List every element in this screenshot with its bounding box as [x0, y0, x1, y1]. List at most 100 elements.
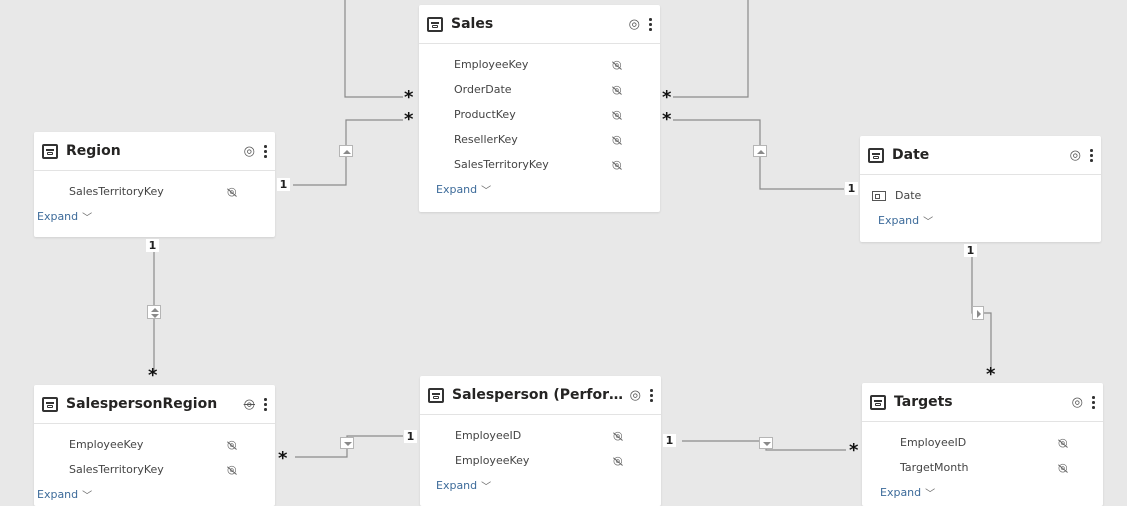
more-options-icon[interactable] [647, 388, 655, 402]
expand-row[interactable]: Expand ﹀ [860, 208, 1101, 233]
model-canvas[interactable]: Sales ◎ EmployeeKey ◎ OrderDate ◎ Produc… [0, 0, 1127, 506]
more-options-icon[interactable] [646, 17, 654, 31]
eye-hidden-icon[interactable]: ◎ [613, 454, 623, 467]
eye-icon[interactable]: ◎ [630, 388, 641, 403]
eye-icon[interactable]: ◎ [1072, 395, 1083, 410]
calendar-icon [872, 190, 886, 201]
cardinality-one-label: 1 [845, 182, 858, 195]
cardinality-many-label: * [986, 364, 996, 385]
eye-hidden-icon[interactable]: ◎ [227, 438, 237, 451]
table-icon [427, 16, 443, 32]
field-name: ProductKey [454, 108, 516, 121]
expand-link[interactable]: Expand ﹀ [880, 485, 935, 500]
relationship-line[interactable] [344, 0, 403, 98]
chevron-down-icon: ﹀ [925, 489, 936, 500]
eye-icon[interactable]: ◎ [244, 144, 255, 159]
expand-link[interactable]: Expand ﹀ [436, 182, 491, 197]
table-title: Targets [894, 394, 953, 410]
expand-link[interactable]: Expand ﹀ [37, 209, 92, 224]
cardinality-one-label: 1 [404, 430, 417, 443]
field-name: SalesTerritoryKey [454, 158, 549, 171]
more-options-icon[interactable] [1087, 148, 1095, 162]
eye-icon[interactable]: ◎ [1070, 148, 1081, 163]
table-card-sales[interactable]: Sales ◎ EmployeeKey ◎ OrderDate ◎ Produc… [419, 5, 660, 212]
filter-direction-icon[interactable] [339, 145, 353, 157]
eye-hidden-icon[interactable]: ◎ [612, 158, 622, 171]
cardinality-many-label: * [662, 109, 672, 130]
field-name: EmployeeKey [454, 58, 529, 71]
field-row[interactable]: SalesTerritoryKey ◎ [419, 152, 660, 177]
field-name: EmployeeID [455, 429, 522, 442]
table-title: Region [66, 143, 121, 159]
expand-link[interactable]: Expand ﹀ [436, 478, 491, 493]
chevron-down-icon: ﹀ [923, 217, 934, 228]
eye-hidden-icon[interactable]: ◎ [612, 58, 622, 71]
table-header[interactable]: Targets ◎ [862, 383, 1103, 422]
field-name: TargetMonth [900, 461, 969, 474]
table-card-date[interactable]: Date ◎ Date Expand ﹀ [860, 136, 1101, 242]
field-row[interactable]: TargetMonth ◎ [862, 455, 1103, 480]
cardinality-many-label: * [278, 448, 288, 469]
table-card-region[interactable]: Region ◎ SalesTerritoryKey ◎ Expand ﹀ [34, 132, 275, 237]
chevron-down-icon: ﹀ [481, 186, 492, 197]
table-header[interactable]: Salesperson (Perform... ◎ [420, 376, 661, 415]
table-header[interactable]: Date ◎ [860, 136, 1101, 175]
expand-link[interactable]: Expand ﹀ [878, 213, 933, 228]
field-row[interactable]: Date [860, 183, 1101, 208]
chevron-down-icon: ﹀ [481, 482, 492, 493]
filter-direction-icon[interactable] [972, 306, 984, 320]
field-row[interactable]: SalesTerritoryKey ◎ [34, 457, 275, 482]
table-header[interactable]: Region ◎ [34, 132, 275, 171]
cardinality-many-label: * [404, 87, 414, 108]
field-row[interactable]: OrderDate ◎ [419, 77, 660, 102]
eye-hidden-icon[interactable]: ◎ [612, 133, 622, 146]
eye-icon[interactable]: ◎ [629, 17, 640, 32]
table-card-salesperson-region[interactable]: SalespersonRegion ◎ EmployeeKey ◎ SalesT… [34, 385, 275, 506]
expand-row[interactable]: Expand ﹀ [862, 480, 1103, 505]
more-options-icon[interactable] [1089, 395, 1097, 409]
cardinality-many-label: * [662, 87, 672, 108]
field-row[interactable]: ResellerKey ◎ [419, 127, 660, 152]
eye-hidden-icon[interactable]: ◎ [227, 463, 237, 476]
relationship-line[interactable] [673, 0, 749, 98]
field-row[interactable]: EmployeeKey ◎ [34, 432, 275, 457]
field-row[interactable]: EmployeeID ◎ [862, 430, 1103, 455]
eye-hidden-icon[interactable]: ◎ [612, 83, 622, 96]
expand-row[interactable]: Expand ﹀ [419, 177, 660, 202]
filter-direction-icon[interactable] [759, 437, 773, 449]
expand-row[interactable]: Expand ﹀ [34, 204, 275, 229]
more-options-icon[interactable] [261, 144, 269, 158]
eye-hidden-icon[interactable]: ◎ [1058, 436, 1068, 449]
field-row[interactable]: ProductKey ◎ [419, 102, 660, 127]
table-icon [42, 396, 58, 412]
expand-row[interactable]: Expand ﹀ [420, 473, 661, 498]
field-name: EmployeeKey [69, 438, 144, 451]
eye-hidden-icon[interactable]: ◎ [1058, 461, 1068, 474]
cardinality-many-label: * [849, 440, 859, 461]
filter-direction-icon[interactable] [340, 437, 354, 449]
eye-hidden-icon[interactable]: ◎ [612, 108, 622, 121]
table-card-targets[interactable]: Targets ◎ EmployeeID ◎ TargetMonth ◎ Exp… [862, 383, 1103, 506]
table-icon [868, 147, 884, 163]
field-row[interactable]: SalesTerritoryKey ◎ [34, 179, 275, 204]
more-options-icon[interactable] [261, 397, 269, 411]
field-name: Date [895, 189, 922, 202]
eye-hidden-icon[interactable]: ◎ [227, 185, 237, 198]
field-name: SalesTerritoryKey [69, 463, 164, 476]
filter-direction-icon[interactable] [753, 145, 767, 157]
field-row[interactable]: EmployeeKey ◎ [419, 52, 660, 77]
table-icon [42, 143, 58, 159]
table-title: Date [892, 147, 930, 163]
expand-row[interactable]: Expand ﹀ [34, 482, 275, 506]
eye-hidden-icon[interactable]: ◎ [244, 397, 255, 412]
bidirectional-filter-icon[interactable] [147, 305, 161, 319]
field-row[interactable]: EmployeeID ◎ [420, 423, 661, 448]
chevron-down-icon: ﹀ [82, 213, 93, 224]
field-row[interactable]: EmployeeKey ◎ [420, 448, 661, 473]
expand-link[interactable]: Expand ﹀ [37, 487, 92, 502]
eye-hidden-icon[interactable]: ◎ [613, 429, 623, 442]
table-card-salesperson[interactable]: Salesperson (Perform... ◎ EmployeeID ◎ E… [420, 376, 661, 506]
cardinality-one-label: 1 [964, 244, 977, 257]
table-header[interactable]: Sales ◎ [419, 5, 660, 44]
table-header[interactable]: SalespersonRegion ◎ [34, 385, 275, 424]
